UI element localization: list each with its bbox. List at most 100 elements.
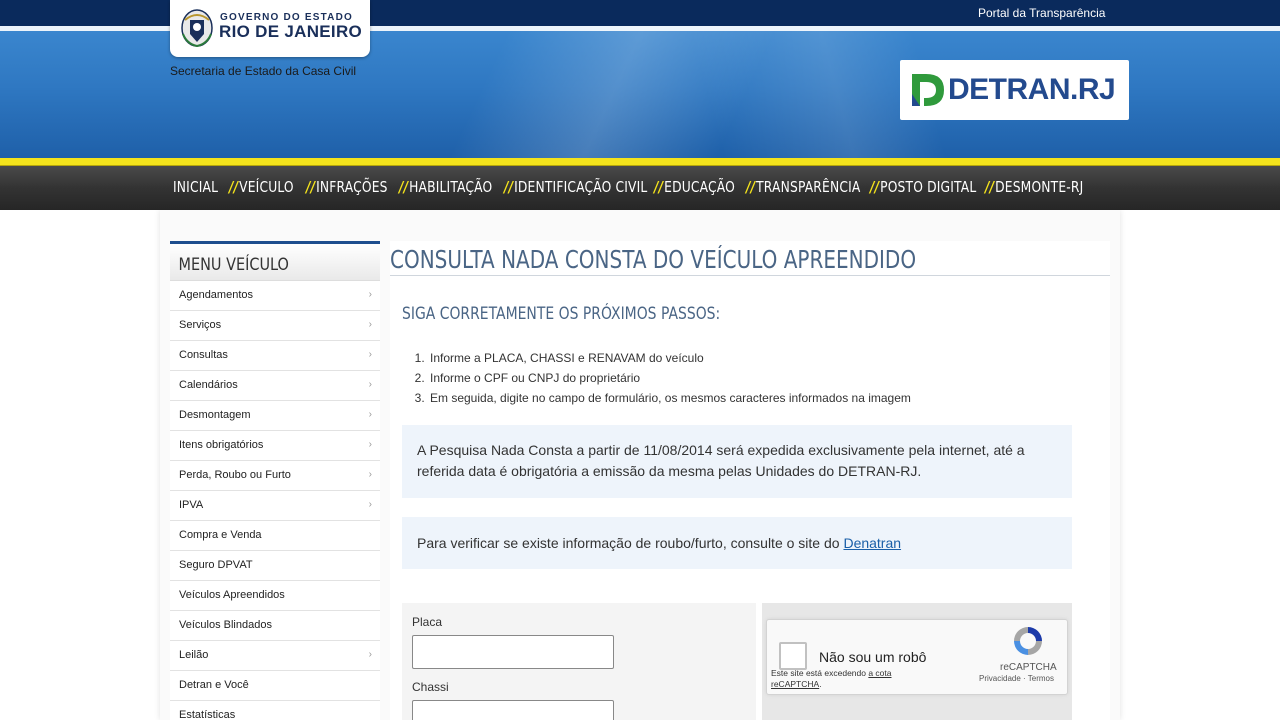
sidebar-item[interactable]: Leilão › [170,641,380,671]
recaptcha-warning-text: Este site está excedendo [771,668,869,678]
governo-rj-logo[interactable]: GOVERNO DO ESTADO RIO DE JANEIRO [170,0,370,57]
sidebar-header: MENU VEÍCULO [170,241,380,281]
nav-separator: // [229,178,239,196]
recaptcha-warning: Este site está excedendo a cota reCAPTCH… [771,668,921,690]
sidebar-item-label: Compra e Venda [179,529,262,541]
step-item: Em seguida, digite no campo de formulári… [428,388,911,408]
sidebar-item-label: Desmontagem [179,409,251,421]
state-seal-icon [181,9,213,48]
nav-item-2[interactable]: //INFRAÇÕES [306,178,388,196]
recaptcha-links[interactable]: Privacidade · Termos [979,674,1054,683]
nav-item-label: TRANSPARÊNCIA [756,178,861,196]
steps-list: Informe a PLACA, CHASSI e RENAVAM do veí… [428,348,911,408]
nav-item-label: EDUCAÇÃO [664,178,735,196]
nav-separator: // [746,178,756,196]
nav-separator: // [654,178,664,196]
chevron-right-icon: › [368,319,372,330]
title-rule [390,275,1110,276]
sidebar-item[interactable]: Estatísticas [170,701,380,720]
chevron-right-icon: › [368,649,372,660]
nav-item-label: DESMONTE-RJ [995,178,1084,196]
sidebar-item-label: Veículos Apreendidos [179,589,285,601]
sidebar-item-label: Estatísticas [179,709,236,720]
sidebar-title: MENU VEÍCULO [178,255,289,275]
secretaria-text: Secretaria de Estado da Casa Civil [170,64,357,78]
chevron-right-icon: › [368,349,372,360]
sidebar-item[interactable]: Consultas › [170,341,380,371]
yellow-divider [0,158,1280,166]
denatran-link[interactable]: Denatran [843,535,901,551]
sidebar-item-label: Consultas [179,349,228,361]
chassi-input[interactable] [412,700,614,720]
nav-item-0[interactable]: INICIAL [173,178,218,196]
page-title: CONSULTA NADA CONSTA DO VEÍCULO APREENDI… [390,245,917,274]
nav-item-8[interactable]: //DESMONTE-RJ [985,178,1083,196]
gov-logo-line2: RIO DE JANEIRO [219,22,363,41]
sidebar-item-label: Veículos Blindados [179,619,272,631]
chevron-right-icon: › [368,469,372,480]
sidebar-item[interactable]: Compra e Venda [170,521,380,551]
sidebar-item[interactable]: Seguro DPVAT [170,551,380,581]
nav-item-label: INFRAÇÕES [316,178,388,196]
sidebar-item-label: Itens obrigatórios [179,439,264,451]
step-item: Informe a PLACA, CHASSI e RENAVAM do veí… [428,348,911,368]
sidebar-item-label: Perda, Roubo ou Furto [179,469,291,481]
sidebar-item[interactable]: Calendários › [170,371,380,401]
main-content: CONSULTA NADA CONSTA DO VEÍCULO APREENDI… [390,241,1110,720]
nav-item-label: POSTO DIGITAL [880,178,977,196]
sidebar-item[interactable]: Agendamentos › [170,281,380,311]
chassi-label: Chassi [412,680,449,694]
notice-roubo-furto: Para verificar se existe informação de r… [402,517,1072,569]
nav-separator: // [504,178,514,196]
step-item: Informe o CPF ou CNPJ do proprietário [428,368,911,388]
chevron-right-icon: › [368,379,372,390]
nav-item-4[interactable]: //IDENTIFICAÇÃO CIVIL [504,178,647,196]
sidebar-item-label: Serviços [179,319,222,331]
placa-label: Placa [412,615,443,629]
recaptcha-checkbox[interactable] [779,642,807,670]
recaptcha-widget: Não sou um robô Este site está excedendo… [766,619,1068,695]
sidebar-item[interactable]: Perda, Roubo ou Furto › [170,461,380,491]
nav-item-label: INICIAL [173,178,219,196]
sidebar-item-label: Agendamentos [179,289,253,301]
nav-item-5[interactable]: //EDUCAÇÃO [654,178,735,196]
chevron-right-icon: › [368,499,372,510]
chevron-right-icon: › [368,289,372,300]
detran-logo-text: DETRAN.RJ [948,73,1116,106]
sidebar-item[interactable]: Veículos Apreendidos [170,581,380,611]
detran-rj-logo[interactable]: DETRAN.RJ [900,60,1129,120]
sidebar-item-label: Calendários [179,379,238,391]
main-nav: INICIAL//VEÍCULO//INFRAÇÕES//HABILITAÇÃO… [0,166,1280,210]
sidebar-item[interactable]: Serviços › [170,311,380,341]
sidebar-item[interactable]: Detran e Você [170,671,380,701]
chevron-right-icon: › [368,439,372,450]
sidebar-item-label: Detran e Você [179,679,249,691]
placa-input[interactable] [412,635,614,669]
nav-separator: // [306,178,316,196]
notice-nada-consta: A Pesquisa Nada Consta a partir de 11/08… [402,425,1072,498]
nav-item-label: IDENTIFICAÇÃO CIVIL [514,178,648,196]
recaptcha-brand: reCAPTCHA [1000,662,1057,673]
nav-item-label: HABILITAÇÃO [409,178,493,196]
recaptcha-warning-suffix: . [819,679,822,689]
nav-item-7[interactable]: //POSTO DIGITAL [870,178,976,196]
sidebar-item[interactable]: Itens obrigatórios › [170,431,380,461]
nav-item-3[interactable]: //HABILITAÇÃO [399,178,492,196]
recaptcha-label: Não sou um robô [819,649,927,665]
notice-roubo-text: Para verificar se existe informação de r… [417,535,844,551]
detran-mark-icon [912,74,944,106]
sidebar-item[interactable]: Veículos Blindados [170,611,380,641]
sidebar-item-label: IPVA [179,499,204,511]
portal-transparencia-link[interactable]: Portal da Transparência [978,6,1105,20]
search-form: Placa Chassi [402,603,756,720]
nav-item-6[interactable]: //TRANSPARÊNCIA [746,178,860,196]
sidebar-menu: MENU VEÍCULO Agendamentos › Serviços › Consu… [170,241,380,720]
sidebar-item[interactable]: Desmontagem › [170,401,380,431]
sidebar-item-label: Seguro DPVAT [179,559,253,571]
captcha-area: Não sou um robô Este site está excedendo… [762,603,1072,720]
nav-item-label: VEÍCULO [239,178,294,196]
nav-separator: // [399,178,409,196]
sidebar-item[interactable]: IPVA › [170,491,380,521]
nav-item-1[interactable]: //VEÍCULO [229,178,294,196]
steps-title: SIGA CORRETAMENTE OS PRÓXIMOS PASSOS: [402,304,721,324]
